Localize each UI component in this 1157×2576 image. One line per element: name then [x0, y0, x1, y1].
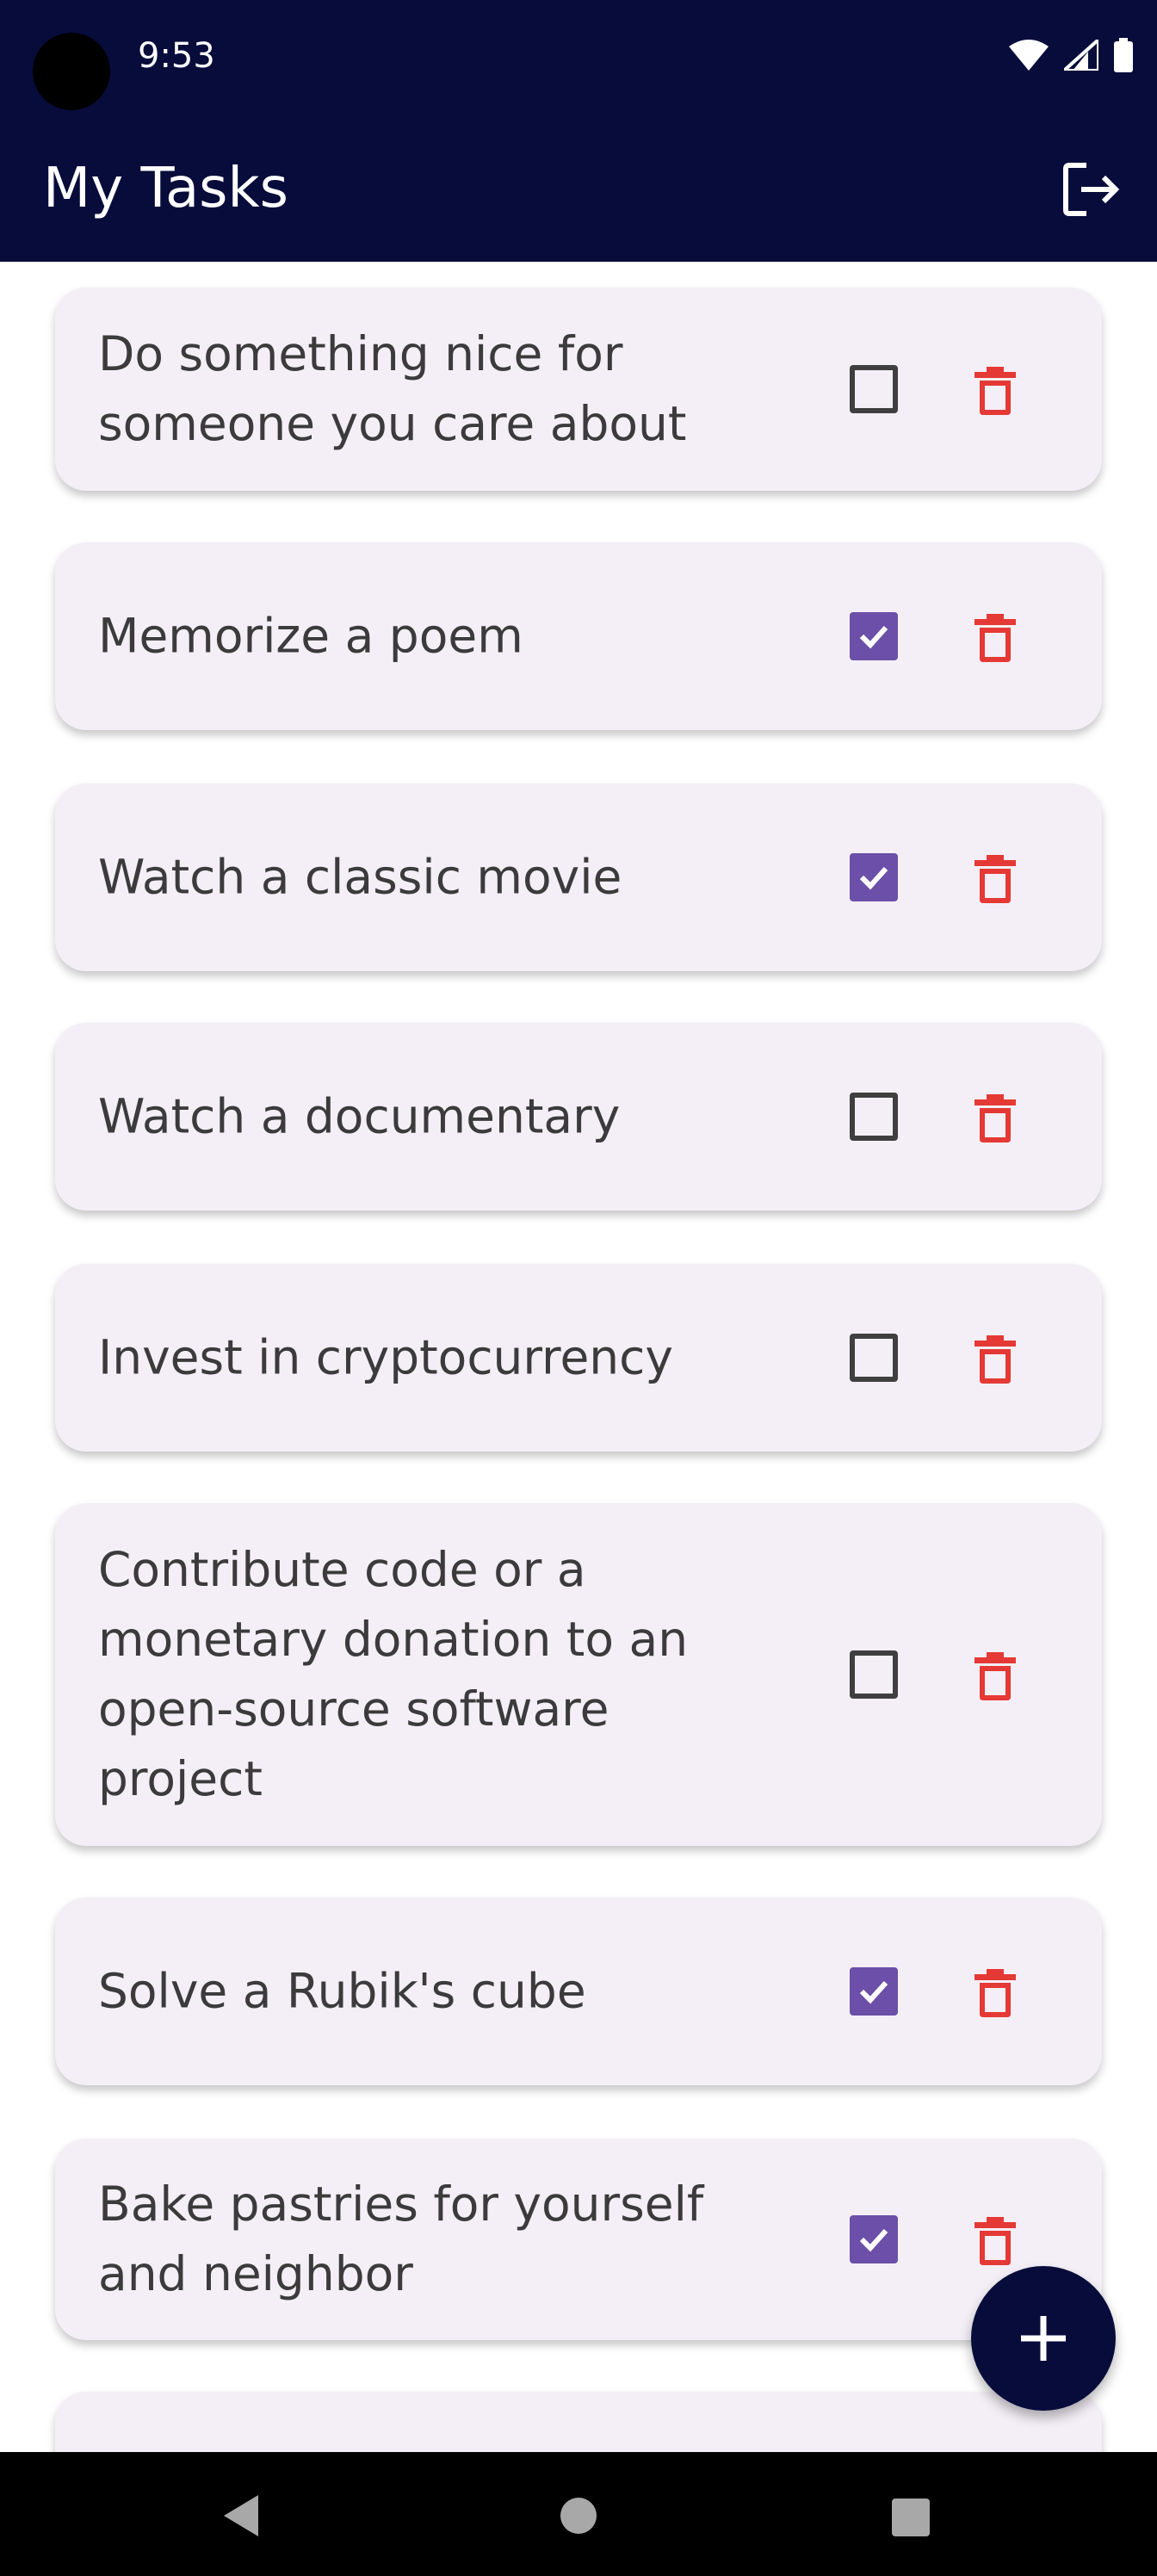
trash-icon — [974, 2217, 1016, 2265]
task-card[interactable]: Go see a Broadway — [55, 2392, 1102, 2452]
logout-button[interactable] — [1061, 158, 1123, 220]
task-card[interactable]: Invest in cryptocurrency — [55, 1264, 1102, 1452]
system-nav-bar — [0, 2452, 1157, 2576]
status-time: 9:53 — [138, 36, 215, 76]
delete-button[interactable] — [968, 1089, 1023, 1144]
task-checkbox[interactable] — [850, 1967, 898, 2016]
status-icons — [1009, 38, 1133, 72]
delete-button[interactable] — [968, 1964, 1023, 2019]
task-text: Watch a documentary — [98, 1088, 621, 1144]
task-text: Contribute code or a monetary donation t… — [98, 1542, 689, 1806]
delete-button[interactable] — [968, 1647, 1023, 1702]
task-text: Do something nice for someone you care a… — [98, 326, 687, 451]
status-bar: 9:53 — [0, 0, 1157, 114]
checkmark-icon — [859, 2228, 888, 2252]
delete-button[interactable] — [968, 2212, 1023, 2267]
task-text: Invest in cryptocurrency — [98, 1329, 673, 1385]
task-text: Go see a Broadway — [98, 2443, 787, 2452]
trash-icon — [974, 367, 1016, 415]
task-checkbox[interactable] — [850, 853, 898, 901]
task-list[interactable]: Do something nice for someone you care a… — [0, 262, 1157, 2452]
checkmark-icon — [859, 866, 888, 890]
task-text: Bake pastries for yourself and neighbor — [98, 2177, 704, 2301]
trash-icon — [974, 1094, 1016, 1142]
back-icon[interactable] — [220, 2493, 262, 2538]
signal-icon — [1064, 40, 1098, 71]
task-text: Memorize a poem — [98, 608, 523, 664]
delete-button[interactable] — [968, 850, 1023, 905]
trash-icon — [974, 855, 1016, 903]
trash-icon — [974, 1652, 1016, 1700]
task-checkbox[interactable] — [850, 1093, 898, 1141]
add-task-button[interactable] — [971, 2266, 1116, 2411]
task-text: Solve a Rubik's cube — [98, 1963, 586, 2019]
logout-icon — [1063, 163, 1120, 216]
delete-button[interactable] — [968, 609, 1023, 664]
trash-icon — [974, 1335, 1016, 1384]
recents-icon[interactable] — [892, 2499, 930, 2536]
task-card[interactable]: Contribute code or a monetary donation t… — [55, 1503, 1102, 1846]
checkmark-icon — [859, 625, 888, 649]
task-checkbox[interactable] — [850, 612, 898, 660]
trash-icon — [974, 1969, 1016, 2017]
task-checkbox[interactable] — [850, 1650, 898, 1699]
task-card[interactable]: Solve a Rubik's cube — [55, 1898, 1102, 2085]
delete-button[interactable] — [968, 1330, 1023, 1385]
task-card[interactable]: Do something nice for someone you care a… — [55, 288, 1102, 491]
task-text: Watch a classic movie — [98, 849, 622, 905]
task-checkbox[interactable] — [850, 365, 898, 413]
task-checkbox[interactable] — [850, 1334, 898, 1382]
home-icon[interactable] — [560, 2497, 597, 2535]
battery-icon — [1114, 38, 1133, 72]
task-card[interactable]: Memorize a poem — [55, 542, 1102, 730]
task-card[interactable]: Watch a classic movie — [55, 783, 1102, 971]
trash-icon — [974, 614, 1016, 662]
wifi-icon — [1009, 40, 1049, 71]
delete-button[interactable] — [968, 362, 1023, 417]
plus-icon — [1021, 2316, 1066, 2361]
camera-cutout — [33, 33, 110, 110]
app-bar: My Tasks — [0, 114, 1157, 262]
task-checkbox[interactable] — [850, 2215, 898, 2263]
task-card[interactable]: Watch a documentary — [55, 1023, 1102, 1211]
page-title: My Tasks — [43, 157, 288, 220]
checkmark-icon — [859, 1980, 888, 2004]
task-card[interactable]: Bake pastries for yourself and neighbor — [55, 2139, 1102, 2340]
